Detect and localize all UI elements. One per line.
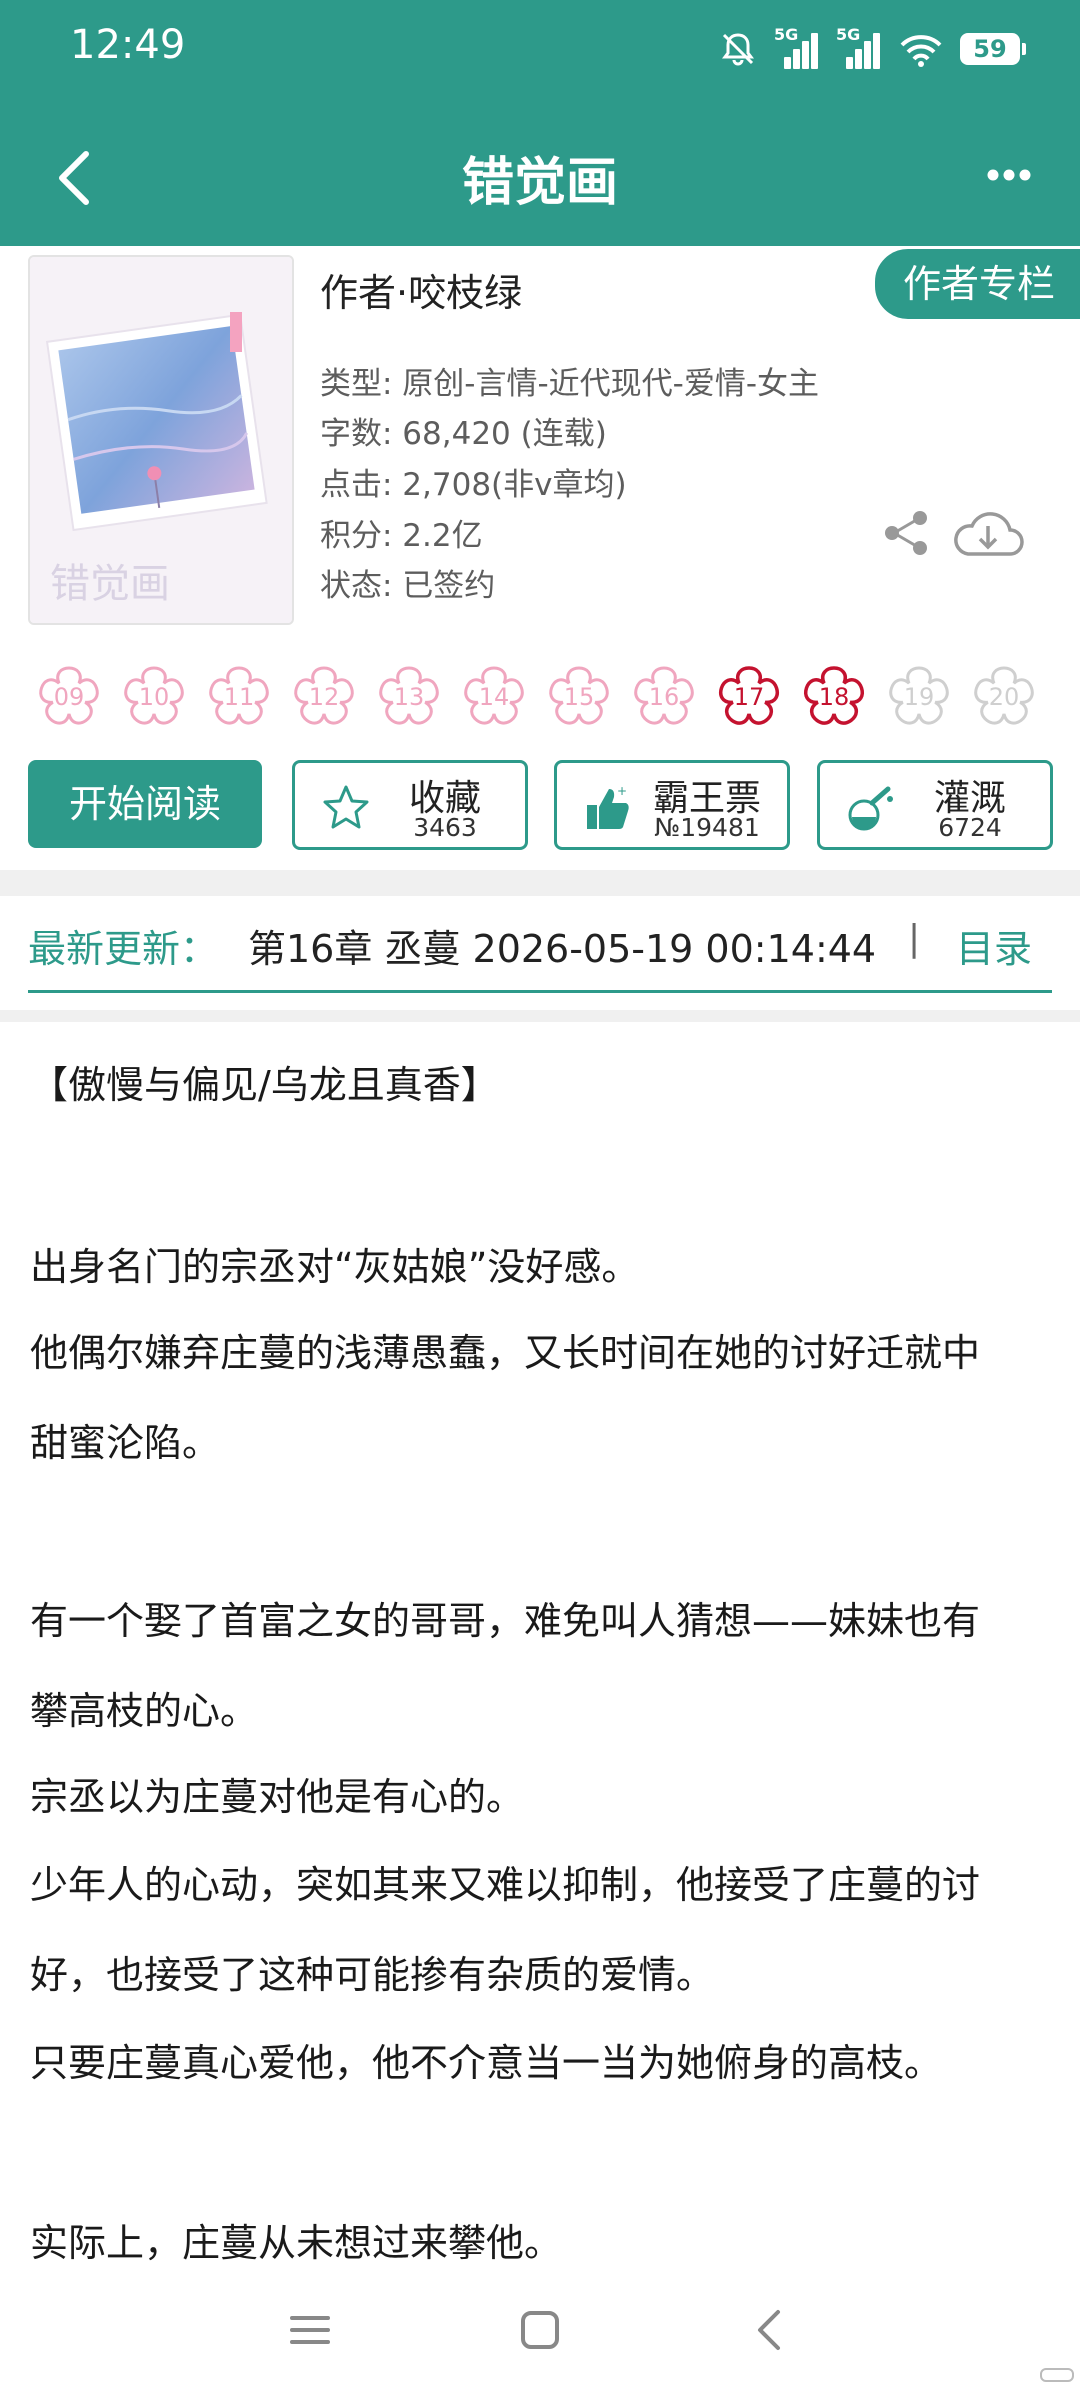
flask-icon xyxy=(848,786,893,831)
mute-bell-icon xyxy=(722,33,754,66)
water-count: 6724 xyxy=(938,813,1002,842)
rating-flower[interactable]: 11 xyxy=(202,660,276,734)
share-button[interactable] xyxy=(882,508,930,558)
status-time: 12:49 xyxy=(70,22,186,68)
synopsis-line: 少年人的心动，突如其来又难以抑制，他接受了庄蔓的讨 xyxy=(30,1863,981,1907)
synopsis-line: 宗丞以为庄蔓对他是有心的。 xyxy=(30,1775,525,1819)
synopsis-line: 实际上，庄蔓从未想过来攀他。 xyxy=(30,2221,563,2265)
status-icons: 5G 5G 59 xyxy=(718,24,1026,74)
star-icon xyxy=(323,785,369,829)
table-of-contents-link[interactable]: 目录 xyxy=(956,918,1032,973)
page-title: 错觉画 xyxy=(461,153,618,213)
update-underline xyxy=(28,990,1052,993)
wifi-icon xyxy=(900,35,942,67)
synopsis-line: 有一个娶了首富之女的哥哥，难免叫人猜想——妹妹也有 xyxy=(30,1599,981,1643)
rating-flower[interactable]: 10 xyxy=(117,660,191,734)
share-icon xyxy=(885,511,927,555)
app-header: 12:49 5G 5G 59 错觉画 xyxy=(0,0,1080,246)
rating-flower[interactable]: 18 xyxy=(797,660,871,734)
book-word-count: 字数: 68,420 (连载) xyxy=(320,416,607,452)
chevron-left-icon xyxy=(758,2310,780,2350)
rating-flower[interactable]: 13 xyxy=(372,660,446,734)
section-divider xyxy=(0,1010,1080,1022)
section-divider xyxy=(0,870,1080,896)
latest-chapter-link[interactable]: 第16章 丞蔓 2026-05-19 00:14:44 xyxy=(248,918,880,973)
rating-flower[interactable]: 19 xyxy=(882,660,956,734)
book-clicks: 点击: 2,708(非v章均) xyxy=(320,467,627,503)
home-button[interactable] xyxy=(510,2300,570,2360)
system-back-button[interactable] xyxy=(740,2300,800,2360)
favorite-count: 3463 xyxy=(413,813,477,842)
download-button[interactable] xyxy=(950,506,1026,562)
network-type: 5G xyxy=(836,25,861,44)
book-status: 状态: 已签约 xyxy=(320,568,496,604)
author-name[interactable]: 作者·咬枝绿 xyxy=(320,262,522,317)
rating-flower[interactable]: 09 xyxy=(32,660,106,734)
author-column-button[interactable]: 作者专栏 xyxy=(872,246,1080,322)
synopsis-line: 只要庄蔓真心爱他，他不介意当一当为她俯身的高枝。 xyxy=(30,2041,943,2085)
menu-icon xyxy=(290,2316,330,2344)
more-button[interactable] xyxy=(974,150,1044,200)
water-button[interactable]: 灌溉 6724 xyxy=(817,760,1053,850)
rating-flower[interactable]: 12 xyxy=(287,660,361,734)
network-type: 5G xyxy=(774,25,799,44)
synopsis-line: 出身名门的宗丞对“灰姑娘”没好感。 xyxy=(30,1245,640,1289)
home-square-icon xyxy=(521,2311,559,2349)
recent-apps-button[interactable] xyxy=(280,2300,340,2360)
book-type: 类型: 原创-言情-近代现代-爱情-女主 xyxy=(320,366,820,402)
synopsis-line: 好，也接受了这种可能掺有杂质的爱情。 xyxy=(30,1953,715,1997)
battery-icon: 59 xyxy=(960,33,1026,65)
synopsis-line: 他偶尔嫌弃庄蔓的浅薄愚蠢，又长时间在她的讨好迁就中 xyxy=(30,1331,981,1375)
synopsis-line: 【傲慢与偏见/乌龙且真香】 xyxy=(30,1063,499,1107)
synopsis-line: 攀高枝的心。 xyxy=(30,1689,259,1733)
cover-title-text: 错觉画 xyxy=(50,561,170,607)
rating-flower[interactable]: 20 xyxy=(967,660,1041,734)
synopsis-line: 甜蜜沦陷。 xyxy=(30,1421,221,1465)
svg-text:+: + xyxy=(617,784,627,798)
floating-pill xyxy=(1040,2368,1074,2382)
start-reading-button[interactable]: 开始阅读 xyxy=(28,760,262,848)
book-score: 积分: 2.2亿 xyxy=(320,518,483,554)
rating-flower[interactable]: 16 xyxy=(627,660,701,734)
rating-flower[interactable]: 14 xyxy=(457,660,531,734)
rating-flower[interactable]: 17 xyxy=(712,660,786,734)
favorite-button[interactable]: 收藏 3463 xyxy=(292,760,528,850)
cover-art: 错觉画 xyxy=(30,257,292,623)
thumbs-up-icon: + xyxy=(587,784,629,829)
cloud-download-icon xyxy=(954,512,1024,556)
latest-update-label: 最新更新： xyxy=(28,927,219,971)
more-dots-icon xyxy=(987,169,1031,181)
separator: | xyxy=(908,918,921,959)
ticket-count: №19481 xyxy=(654,813,760,842)
signal-icon: 5G xyxy=(836,25,882,69)
rating-flower[interactable]: 15 xyxy=(542,660,616,734)
signal-icon: 5G xyxy=(774,25,820,69)
book-cover[interactable]: 错觉画 xyxy=(28,255,294,625)
ticket-button[interactable]: + 霸王票 №19481 xyxy=(554,760,790,850)
